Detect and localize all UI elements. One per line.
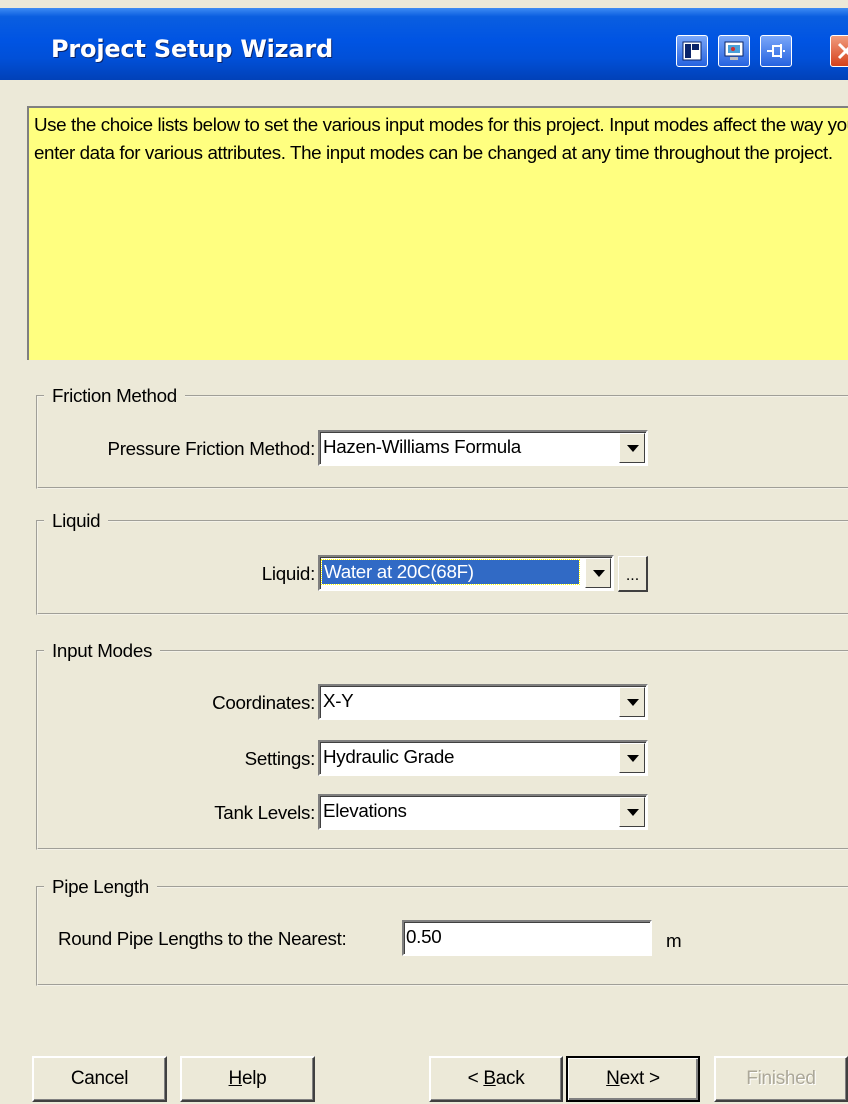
chevron-down-icon[interactable] [619, 797, 645, 827]
round-pipe-lengths-input[interactable]: 0.50 [402, 920, 652, 956]
settings-label: Settings: [244, 748, 316, 769]
coordinates-select[interactable]: X-Y [318, 684, 648, 720]
liquid-label: Liquid: [261, 563, 316, 584]
coordinates-value: X-Y [323, 690, 354, 711]
chevron-down-icon[interactable] [619, 433, 645, 463]
friction-method-legend: Friction Method [52, 385, 177, 406]
settings-value: Hydraulic Grade [323, 746, 455, 767]
liquid-select[interactable]: Water at 20C(68F) [318, 555, 614, 591]
pipe-length-legend: Pipe Length [52, 876, 149, 897]
chevron-down-icon[interactable] [619, 743, 645, 773]
cancel-button[interactable]: Cancel [32, 1056, 167, 1102]
liquid-legend: Liquid [52, 510, 101, 531]
back-button[interactable]: < Back [429, 1056, 563, 1102]
back-button-label: ack [495, 1068, 525, 1089]
title-bar[interactable]: Project Setup Wizard [0, 8, 848, 80]
finished-button[interactable]: Finished [714, 1056, 848, 1102]
help-button-label: elp [241, 1068, 267, 1089]
round-pipe-lengths-label: Round Pipe Lengths to the Nearest: [58, 928, 347, 949]
chevron-down-icon[interactable] [619, 687, 645, 717]
window-title: Project Setup Wizard [51, 35, 334, 63]
tank-levels-value: Elevations [323, 800, 407, 821]
monitor-icon[interactable] [718, 35, 750, 67]
tank-levels-label: Tank Levels: [214, 802, 315, 823]
help-button[interactable]: Help [180, 1056, 315, 1102]
next-button-label: ext > [619, 1068, 661, 1089]
back-button-prefix: < [467, 1068, 484, 1089]
next-button-accesskey: N [606, 1068, 620, 1089]
next-button[interactable]: Next > [566, 1056, 700, 1102]
back-button-accesskey: B [483, 1068, 496, 1089]
help-text: Use the choice lists below to set the va… [34, 114, 848, 163]
coordinates-label: Coordinates: [212, 692, 315, 713]
pressure-friction-method-select[interactable]: Hazen-Williams Formula [318, 430, 648, 466]
liquid-browse-button[interactable]: ... [618, 556, 648, 592]
settings-select[interactable]: Hydraulic Grade [318, 740, 648, 776]
input-modes-legend: Input Modes [52, 640, 153, 661]
project-setup-wizard-window: Project Setup Wizard Use the choice list… [0, 0, 848, 1104]
chevron-down-icon[interactable] [585, 558, 611, 588]
close-icon[interactable] [830, 35, 848, 67]
tank-levels-select[interactable]: Elevations [318, 794, 648, 830]
pressure-friction-method-value: Hazen-Williams Formula [323, 436, 521, 457]
liquid-value: Water at 20C(68F) [321, 559, 580, 585]
layout-icon[interactable] [676, 35, 708, 67]
help-button-accesskey: H [228, 1068, 243, 1089]
pin-icon[interactable] [760, 35, 792, 67]
pipe-length-unit: m [666, 930, 682, 951]
pressure-friction-method-label: Pressure Friction Method: [107, 438, 315, 459]
help-panel: Use the choice lists below to set the va… [27, 106, 848, 360]
